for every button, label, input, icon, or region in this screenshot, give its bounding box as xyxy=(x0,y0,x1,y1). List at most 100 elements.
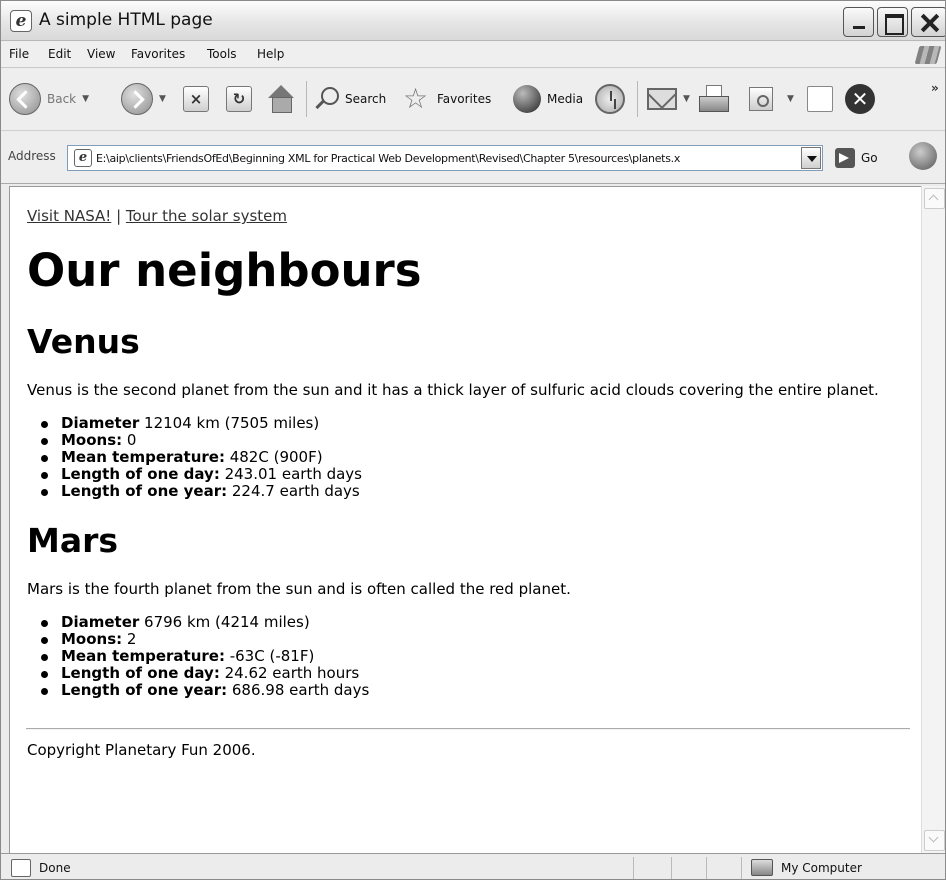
back-dropdown-icon[interactable]: ▼ xyxy=(82,94,89,104)
mail-button[interactable]: ▼ xyxy=(647,79,696,119)
list-item: Length of one year: 686.98 earth days xyxy=(41,681,905,699)
address-dropdown-button[interactable] xyxy=(801,147,821,169)
favorites-button[interactable]: ☆ Favorites xyxy=(403,79,491,119)
menu-tools[interactable]: Tools xyxy=(207,47,237,61)
menu-help[interactable]: Help xyxy=(257,47,284,61)
messenger-icon: ✕ xyxy=(845,84,875,114)
menu-favorites[interactable]: Favorites xyxy=(131,47,185,61)
messenger-button[interactable]: ✕ xyxy=(845,79,875,119)
status-divider xyxy=(633,857,634,879)
menu-view[interactable]: View xyxy=(87,47,115,61)
status-divider xyxy=(741,857,742,879)
search-button[interactable]: Search xyxy=(313,79,386,119)
mail-dropdown-icon[interactable]: ▼ xyxy=(683,94,690,104)
address-box: e xyxy=(67,145,823,171)
title-bar: e A simple HTML page xyxy=(1,1,945,41)
fact-label: Mean temperature: xyxy=(61,647,225,665)
fact-label: Mean temperature: xyxy=(61,448,225,466)
ie-page-icon: e xyxy=(10,10,32,32)
media-label: Media xyxy=(547,92,584,106)
history-button[interactable] xyxy=(595,79,625,119)
list-item: Diameter 12104 km (7505 miles) xyxy=(41,414,905,432)
page-icon: e xyxy=(74,149,92,167)
scroll-up-button[interactable] xyxy=(924,188,945,209)
list-item: Length of one day: 243.01 earth days xyxy=(41,465,905,483)
print-icon xyxy=(698,85,729,113)
status-text: Done xyxy=(39,861,71,875)
media-button[interactable]: Media xyxy=(513,79,583,119)
fact-label: Moons: xyxy=(61,630,123,648)
windows-logo-icon xyxy=(914,46,942,64)
nav-links: Visit NASA! | Tour the solar system xyxy=(27,207,905,225)
edit-icon xyxy=(749,87,773,111)
list-item: Length of one day: 24.62 earth hours xyxy=(41,665,905,682)
toolbar-separator xyxy=(637,81,638,117)
status-divider xyxy=(706,857,707,879)
go-button[interactable]: Go xyxy=(835,146,878,170)
history-icon xyxy=(595,84,625,114)
page-content: Visit NASA! | Tour the solar system Our … xyxy=(10,187,910,759)
search-label: Search xyxy=(345,92,387,106)
menu-file[interactable]: File xyxy=(9,47,29,61)
venus-facts-list: Diameter 12104 km (7505 miles) Moons: 0 … xyxy=(27,415,905,500)
edit-dropdown-icon[interactable]: ▼ xyxy=(787,94,794,104)
links-icon[interactable] xyxy=(909,142,937,170)
scroll-down-button[interactable] xyxy=(924,830,945,851)
forward-dropdown-icon[interactable]: ▼ xyxy=(159,94,166,104)
address-bar: Address e Go xyxy=(1,132,945,184)
fact-value: 224.7 earth days xyxy=(227,482,360,500)
vertical-scrollbar[interactable] xyxy=(921,186,945,853)
fact-label: Diameter xyxy=(61,414,140,432)
search-icon xyxy=(313,86,339,112)
favorites-label: Favorites xyxy=(437,92,492,106)
stop-button[interactable]: × xyxy=(183,79,209,119)
home-icon xyxy=(266,85,296,113)
venus-description: Venus is the second planet from the sun … xyxy=(27,381,879,399)
fact-value: 2 xyxy=(122,630,137,648)
home-button[interactable] xyxy=(266,79,296,119)
discuss-button[interactable] xyxy=(807,79,833,119)
print-button[interactable] xyxy=(698,79,729,119)
list-item: Mean temperature: -63C (-81F) xyxy=(41,647,905,665)
edit-button[interactable]: ▼ xyxy=(749,79,800,119)
my-computer-icon xyxy=(751,859,773,876)
fact-value: 0 xyxy=(122,431,137,449)
refresh-button[interactable]: ↻ xyxy=(226,79,252,119)
media-icon xyxy=(513,85,541,113)
forward-arrow-icon xyxy=(121,83,153,115)
back-button[interactable]: Back ▼ xyxy=(9,79,95,119)
forward-button[interactable]: ▼ xyxy=(121,79,172,119)
fact-value: 12104 km (7505 miles) xyxy=(139,414,320,432)
fact-label: Length of one year: xyxy=(61,482,228,500)
fact-label: Diameter xyxy=(61,613,140,631)
nasa-link[interactable]: Visit NASA! xyxy=(27,207,111,225)
menu-edit[interactable]: Edit xyxy=(48,47,71,61)
venus-heading: Venus xyxy=(27,322,140,361)
list-item: Diameter 6796 km (4214 miles) xyxy=(41,613,905,631)
fact-value: 482C (900F) xyxy=(224,448,323,466)
go-arrow-icon xyxy=(835,148,855,168)
maximize-button[interactable] xyxy=(877,7,908,37)
nav-separator: | xyxy=(111,207,126,225)
fact-value: -63C (-81F) xyxy=(224,647,315,665)
back-label: Back xyxy=(47,92,77,106)
favorites-star-icon: ☆ xyxy=(403,82,429,115)
mars-heading: Mars xyxy=(27,521,119,560)
fact-label: Length of one year: xyxy=(61,681,228,699)
mars-facts-list: Diameter 6796 km (4214 miles) Moons: 2 M… xyxy=(27,614,905,699)
fact-label: Length of one day: xyxy=(61,465,220,483)
go-label: Go xyxy=(861,151,878,165)
toolbar-overflow-chevron[interactable]: » xyxy=(931,81,939,95)
stop-icon: × xyxy=(183,86,209,112)
close-button[interactable] xyxy=(911,7,945,37)
list-item: Length of one year: 224.7 earth days xyxy=(41,482,905,500)
minimize-button[interactable] xyxy=(843,7,874,37)
fact-label: Moons: xyxy=(61,431,123,449)
refresh-icon: ↻ xyxy=(226,86,252,112)
address-input[interactable] xyxy=(96,146,794,170)
browser-window: e A simple HTML page File Edit View Favo… xyxy=(0,0,946,880)
back-arrow-icon xyxy=(9,83,41,115)
discuss-icon xyxy=(807,86,833,112)
solar-tour-link[interactable]: Tour the solar system xyxy=(126,207,287,225)
address-label: Address xyxy=(8,149,56,163)
